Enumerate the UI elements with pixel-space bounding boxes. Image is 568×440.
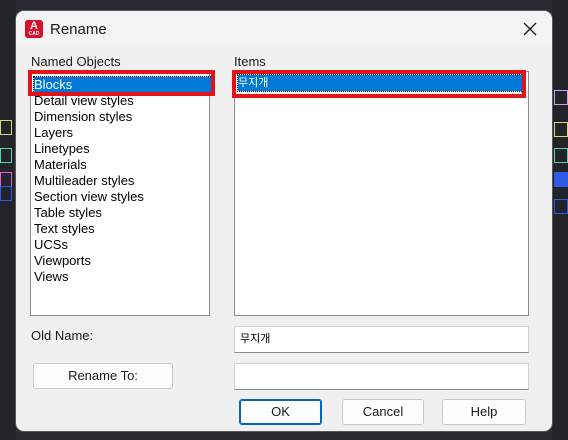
rename-to-input[interactable]: [234, 363, 529, 390]
app-icon-sub: CAD: [28, 31, 40, 37]
list-item-ucss[interactable]: UCSs: [34, 237, 68, 253]
close-icon: [523, 22, 537, 36]
list-item-table-styles[interactable]: Table styles: [34, 205, 102, 221]
list-item-viewports[interactable]: Viewports: [34, 253, 91, 269]
background-mark: [554, 172, 568, 187]
list-item-dimension-styles[interactable]: Dimension styles: [34, 109, 132, 125]
list-item-multileader-styles[interactable]: Multileader styles: [34, 173, 134, 189]
background-mark: [554, 199, 568, 214]
rename-dialog: A CAD Rename Named Objects Blocks Detail…: [16, 11, 552, 431]
list-item-detail-view-styles[interactable]: Detail view styles: [34, 93, 134, 109]
list-item-text-styles[interactable]: Text styles: [34, 221, 95, 237]
list-item-blocks[interactable]: Blocks: [33, 76, 213, 94]
list-item-materials[interactable]: Materials: [34, 157, 87, 173]
items-list[interactable]: 무지개: [234, 71, 529, 316]
title-bar: A CAD Rename: [16, 11, 552, 47]
ok-button[interactable]: OK: [239, 399, 322, 425]
cancel-button[interactable]: Cancel: [342, 399, 424, 425]
old-name-field: 무지개: [234, 326, 529, 353]
background-right: [552, 0, 568, 440]
background-mark: [0, 120, 12, 135]
list-item-layers[interactable]: Layers: [34, 125, 73, 141]
background-mark: [0, 172, 12, 187]
help-button[interactable]: Help: [442, 399, 526, 425]
items-label: Items: [234, 54, 266, 69]
dialog-title: Rename: [50, 21, 107, 38]
close-button[interactable]: [516, 15, 544, 43]
autocad-app-icon: A CAD: [25, 20, 43, 38]
named-objects-list[interactable]: Blocks Detail view styles Dimension styl…: [30, 71, 213, 316]
old-name-label: Old Name:: [31, 328, 94, 343]
background-mark: [554, 148, 568, 163]
background-mark: [554, 122, 568, 137]
background-mark: [554, 90, 568, 105]
background-mark: [0, 186, 12, 201]
list-item-section-view-styles[interactable]: Section view styles: [34, 189, 144, 205]
list-item-rainbow[interactable]: 무지개: [237, 74, 526, 92]
named-objects-label: Named Objects: [31, 54, 121, 69]
rename-to-button[interactable]: Rename To:: [33, 363, 173, 389]
list-item-linetypes[interactable]: Linetypes: [34, 141, 90, 157]
background-mark: [0, 148, 12, 163]
background-left: [0, 0, 16, 440]
list-item-views[interactable]: Views: [34, 269, 68, 285]
